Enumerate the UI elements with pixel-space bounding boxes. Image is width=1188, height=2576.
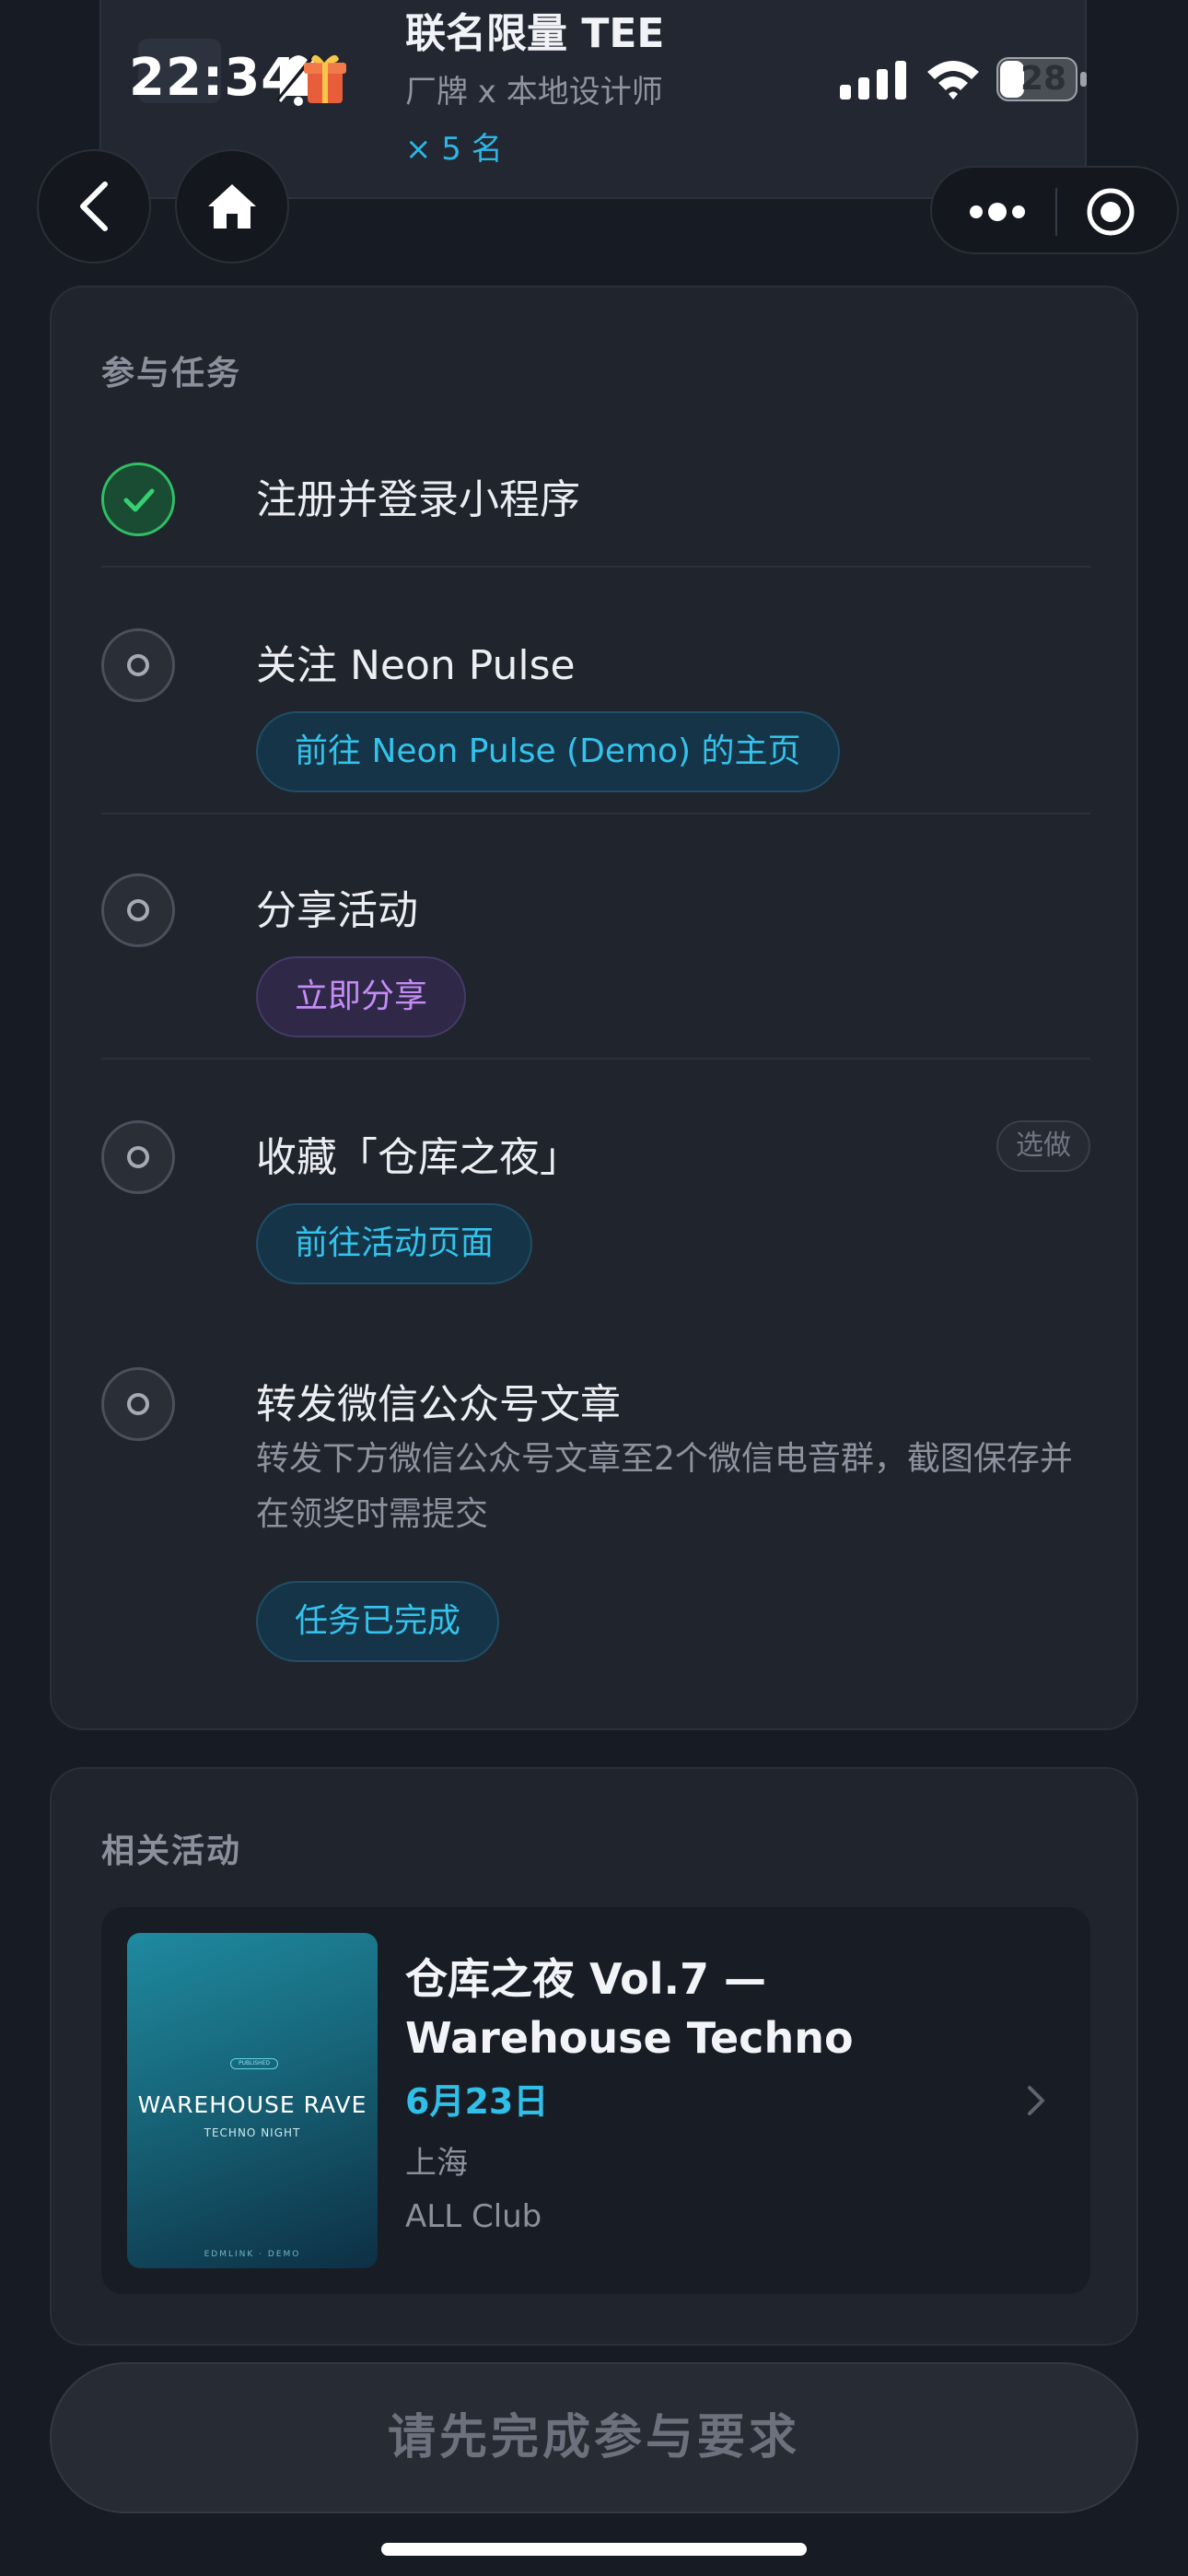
task-label: 关注 Neon Pulse (256, 642, 576, 689)
radio-ring-icon (127, 654, 149, 676)
event-date: 6月23日 (405, 2081, 549, 2122)
event-title: 仓库之夜 Vol.7 — Warehouse Techno (405, 1954, 854, 2063)
checkmark-icon (123, 488, 155, 512)
task-follow: 关注 Neon Pulse 前往 Neon Pulse (Demo) 的主页 (101, 628, 1090, 813)
task-forward-article: 转发微信公众号文章 转发下方微信公众号文章至2个微信电音群，截图保存并在领奖时需… (101, 1367, 1090, 1680)
chevron-left-icon (80, 181, 108, 231)
mini-program-capsule (930, 166, 1179, 254)
back-button[interactable] (37, 149, 151, 263)
task-description: 转发下方微信公众号文章至2个微信电音群，截图保存并在领奖时需提交 (256, 1440, 1073, 1533)
task-label: 收藏「仓库之夜」 (256, 1134, 580, 1181)
task-favorite: 收藏「仓库之夜」 选做 前往活动页面 (101, 1120, 1090, 1305)
task-checkbox[interactable] (101, 628, 175, 702)
radio-ring-icon (127, 1146, 149, 1168)
tasks-card: 参与任务 注册并登录小程序 关注 Neon Pulse 前往 Neon Puls… (50, 286, 1138, 1730)
divider (101, 566, 1090, 568)
radio-ring-icon (127, 1393, 149, 1415)
wifi-icon (927, 61, 979, 100)
close-target-icon[interactable] (1085, 186, 1136, 238)
poster-subtitle: TECHNO NIGHT (204, 2126, 301, 2139)
task-checkbox-done (101, 463, 175, 536)
cellular-signal-icon (840, 61, 906, 100)
optional-badge: 选做 (996, 1120, 1090, 1172)
task-label: 转发微信公众号文章 (256, 1381, 621, 1428)
capsule-divider (1055, 188, 1057, 236)
gift-bell-icon (275, 53, 346, 106)
divider (101, 1058, 1090, 1060)
task-checkbox[interactable] (101, 873, 175, 947)
status-bar: 22:34 28 (0, 0, 1188, 157)
go-to-event-button[interactable]: 前往活动页面 (256, 1203, 533, 1284)
task-completed-button[interactable]: 任务已完成 (256, 1581, 500, 1662)
related-events-card: 相关活动 PUBLISHED WAREHOUSE RAVE TECHNO NIG… (50, 1767, 1138, 2346)
battery-level: 28 (1019, 60, 1067, 98)
page: 联名限量 TEE 厂牌 x 本地设计师 × 5 名 22:34 28 参与任务 … (0, 0, 1188, 2576)
home-icon (208, 184, 256, 228)
event-venue: ALL Club (405, 2198, 542, 2235)
task-checkbox[interactable] (101, 1120, 175, 1194)
complete-requirements-button[interactable]: 请先完成参与要求 (50, 2362, 1138, 2513)
task-checkbox[interactable] (101, 1367, 175, 1441)
radio-ring-icon (127, 899, 149, 921)
task-label: 注册并登录小程序 (256, 476, 580, 523)
event-poster: PUBLISHED WAREHOUSE RAVE TECHNO NIGHT ED… (127, 1933, 378, 2268)
poster-footer: EDMLINK · DEMO (204, 2250, 301, 2259)
tasks-section-title: 参与任务 (101, 355, 242, 392)
divider (101, 813, 1090, 814)
poster-badge: PUBLISHED (230, 2058, 278, 2069)
home-indicator (381, 2543, 807, 2556)
task-label: 分享活动 (256, 887, 418, 934)
more-dots-icon[interactable] (965, 192, 1030, 232)
related-section-title: 相关活动 (101, 1832, 242, 1870)
poster-title: WAREHOUSE RAVE (137, 2091, 367, 2118)
home-button[interactable] (175, 149, 289, 263)
chevron-right-icon (1028, 2086, 1044, 2115)
event-city: 上海 (405, 2145, 468, 2182)
event-list-item[interactable]: PUBLISHED WAREHOUSE RAVE TECHNO NIGHT ED… (101, 1907, 1090, 2294)
go-to-homepage-button[interactable]: 前往 Neon Pulse (Demo) 的主页 (256, 711, 840, 792)
task-register[interactable]: 注册并登录小程序 (101, 463, 1090, 573)
share-now-button[interactable]: 立即分享 (256, 956, 467, 1037)
task-share: 分享活动 立即分享 (101, 873, 1090, 1058)
